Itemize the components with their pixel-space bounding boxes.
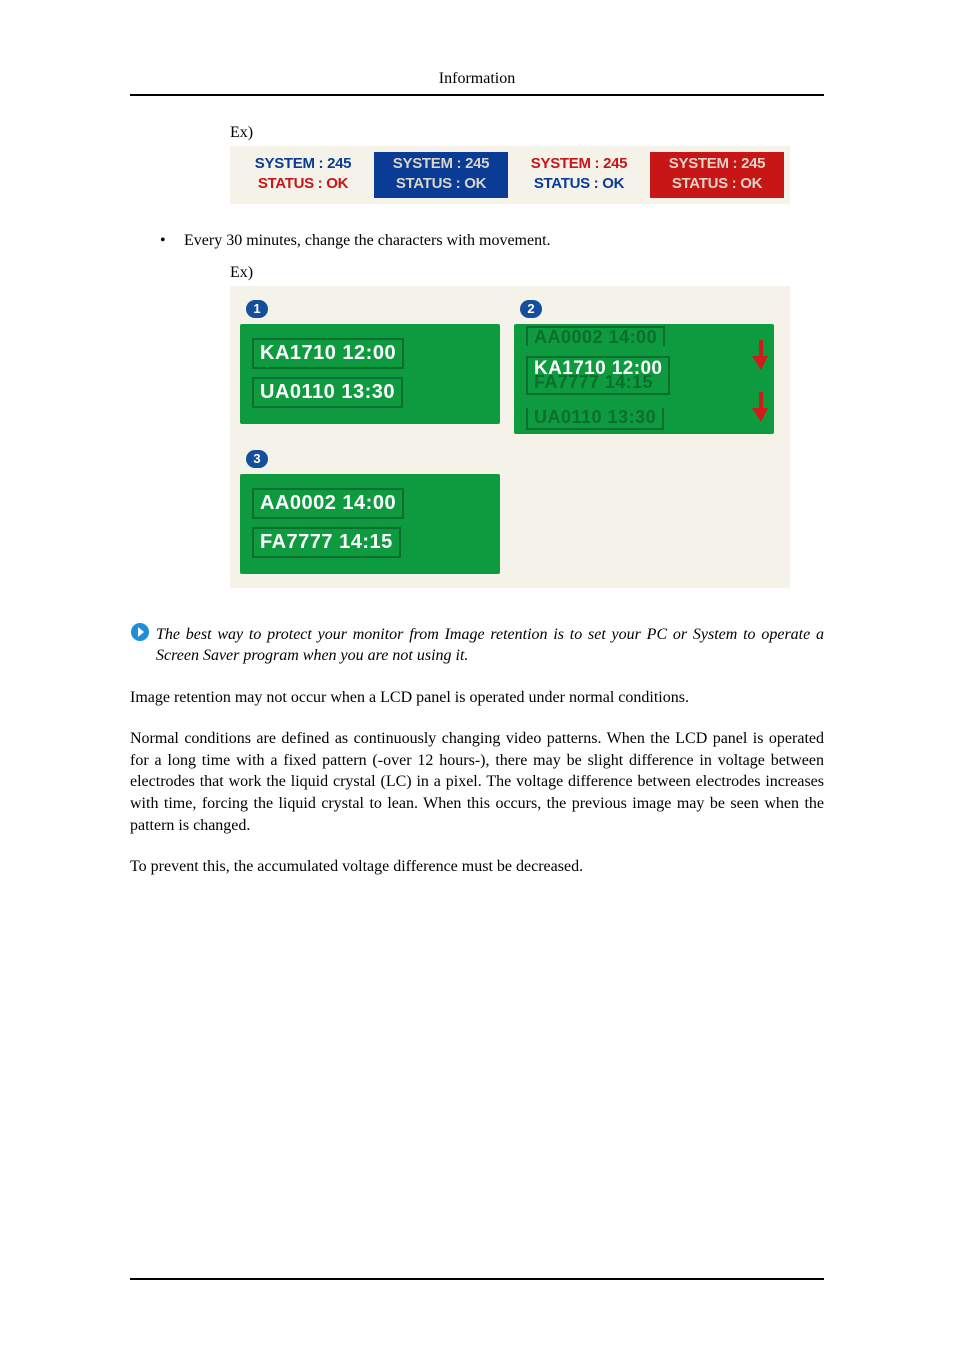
note-text: The best way to protect your monitor fro… <box>156 624 824 667</box>
arrow-down-icon <box>752 340 770 370</box>
note-block: The best way to protect your monitor fro… <box>130 624 824 667</box>
overlap-b: FA7777 14:15 <box>534 373 662 391</box>
bullet-marker: • <box>160 232 184 250</box>
tile-line2: STATUS : OK <box>380 175 502 194</box>
panel-number-badge: 1 <box>246 300 268 318</box>
tile-line2: STATUS : OK <box>518 175 640 194</box>
display-line: UA0110 13:30 <box>252 377 403 408</box>
scroll-arrows <box>752 340 770 422</box>
tile-line2: STATUS : OK <box>242 175 364 194</box>
display-box-scroll: AA0002 14:00 KA1710 12:00 FA7777 14:15 U… <box>514 324 774 434</box>
panel-number-badge: 3 <box>246 450 268 468</box>
display-line: FA7777 14:15 <box>252 527 401 558</box>
status-tile: SYSTEM : 245 STATUS : OK <box>512 152 646 198</box>
tile-line1: SYSTEM : 245 <box>518 155 640 174</box>
tile-line2: STATUS : OK <box>656 175 778 194</box>
status-tile: SYSTEM : 245 STATUS : OK <box>374 152 508 198</box>
panel-3: 3 AA0002 14:00 FA7777 14:15 <box>240 448 500 574</box>
display-box: KA1710 12:00 UA0110 13:30 <box>240 324 500 424</box>
display-line: AA0002 14:00 <box>252 488 404 519</box>
tile-line1: SYSTEM : 245 <box>656 155 778 174</box>
movement-diagram: 1 KA1710 12:00 UA0110 13:30 2 AA0002 14:… <box>230 286 790 588</box>
ghost-line-bot: UA0110 13:30 <box>526 408 664 430</box>
panel-1: 1 KA1710 12:00 UA0110 13:30 <box>240 298 500 434</box>
status-tile: SYSTEM : 245 STATUS : OK <box>236 152 370 198</box>
status-strip: SYSTEM : 245 STATUS : OK SYSTEM : 245 ST… <box>230 146 790 204</box>
page-header: Information <box>130 70 824 88</box>
divider-top <box>130 94 824 96</box>
status-tile: SYSTEM : 245 STATUS : OK <box>650 152 784 198</box>
bullet-item: • Every 30 minutes, change the character… <box>130 232 824 250</box>
ghost-line-top: AA0002 14:00 <box>526 326 665 346</box>
display-line: KA1710 12:00 <box>252 338 404 369</box>
panel-2: 2 AA0002 14:00 KA1710 12:00 FA7777 14:15… <box>514 298 774 434</box>
paragraph: To prevent this, the accumulated voltage… <box>130 856 824 878</box>
display-box: AA0002 14:00 FA7777 14:15 <box>240 474 500 574</box>
example-label-1: Ex) <box>230 124 824 142</box>
divider-bottom <box>130 1278 824 1280</box>
tile-line1: SYSTEM : 245 <box>380 155 502 174</box>
panel-number-badge: 2 <box>520 300 542 318</box>
paragraph: Normal conditions are defined as continu… <box>130 728 824 836</box>
info-arrow-icon <box>130 622 150 649</box>
overlap-lines: KA1710 12:00 FA7777 14:15 <box>526 356 670 395</box>
paragraph: Image retention may not occur when a LCD… <box>130 687 824 709</box>
tile-line1: SYSTEM : 245 <box>242 155 364 174</box>
example-label-2: Ex) <box>230 264 824 282</box>
bullet-text: Every 30 minutes, change the characters … <box>184 232 824 250</box>
arrow-down-icon <box>752 392 770 422</box>
